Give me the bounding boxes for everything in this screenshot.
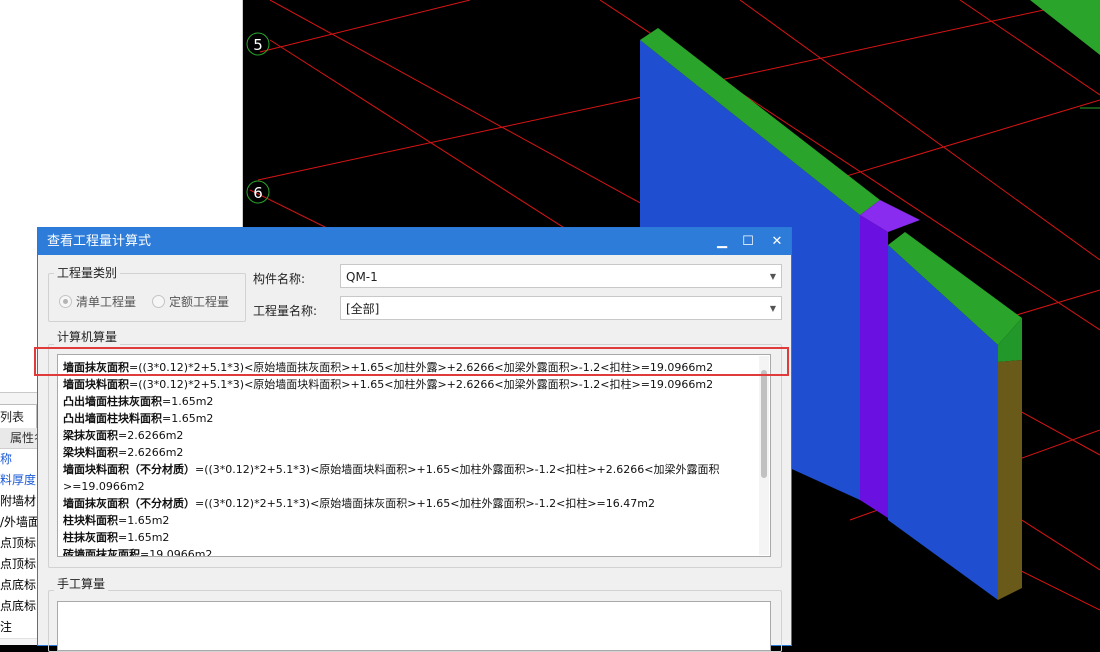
- calc-line-name: 凸出墙面柱抹灰面积: [63, 395, 162, 408]
- dialog-titlebar[interactable]: 查看工程量计算式 ▁ ☐ ✕: [38, 228, 791, 255]
- column-face: [860, 215, 888, 518]
- calc-line[interactable]: 梁抹灰面积=2.6266m2: [63, 427, 183, 444]
- calc-line[interactable]: 墙面块料面积（不分材质）=((3*0.12)*2+5.1*3)<原始墙面块料面积…: [63, 461, 719, 478]
- manual-calc-legend: 手工算量: [54, 575, 109, 592]
- component-name-select[interactable]: QM-1 ▼: [340, 264, 782, 288]
- close-button[interactable]: ✕: [764, 228, 790, 255]
- property-row[interactable]: 点底标: [0, 596, 40, 618]
- property-row[interactable]: 点顶标: [0, 533, 40, 555]
- computer-calc-legend: 计算机算量: [54, 328, 121, 345]
- calc-line-expr: =2.6266m2: [118, 446, 184, 459]
- calc-line-expr: =((3*0.12)*2+5.1*3)<原始墙面抹灰面积>+1.65<加柱外露面…: [195, 497, 655, 510]
- radio-bill-quantity-label: 清单工程量: [76, 295, 137, 309]
- radio-quota-quantity-label: 定额工程量: [169, 295, 230, 309]
- minimize-button[interactable]: ▁: [709, 228, 735, 255]
- calc-line[interactable]: 梁块料面积=2.6266m2: [63, 444, 183, 461]
- property-row[interactable]: 称: [0, 449, 40, 471]
- calc-line-name: 墙面抹灰面积（不分材质）: [63, 497, 195, 510]
- calc-line[interactable]: 砖墙面抹灰面积=19.0966m2: [63, 546, 213, 557]
- property-row[interactable]: 注: [0, 617, 40, 639]
- calc-line[interactable]: >=19.0966m2: [63, 478, 145, 495]
- chevron-down-icon: ▼: [769, 304, 776, 313]
- calc-formula-textbox[interactable]: 墙面抹灰面积=((3*0.12)*2+5.1*3)<原始墙面抹灰面积>+1.65…: [57, 354, 771, 557]
- radio-bill-quantity[interactable]: [59, 295, 72, 308]
- property-row[interactable]: 点顶标: [0, 554, 40, 576]
- property-row[interactable]: 附墙材: [0, 491, 40, 513]
- calc-line[interactable]: 凸出墙面柱块料面积=1.65m2: [63, 410, 213, 427]
- scrollbar-thumb[interactable]: [761, 370, 767, 478]
- calc-line[interactable]: 墙面抹灰面积（不分材质）=((3*0.12)*2+5.1*3)<原始墙面抹灰面积…: [63, 495, 655, 512]
- calc-line-name: 墙面块料面积: [63, 378, 129, 391]
- property-row[interactable]: 点底标: [0, 575, 40, 597]
- calc-line[interactable]: 柱块料面积=1.65m2: [63, 512, 169, 529]
- quantity-name-value: [全部]: [346, 302, 380, 316]
- calc-line-expr: =((3*0.12)*2+5.1*3)<原始墙面块料面积>+1.65<加柱外露面…: [195, 463, 720, 476]
- quantity-name-select[interactable]: [全部] ▼: [340, 296, 782, 320]
- quantity-name-label: 工程量名称:: [253, 304, 318, 318]
- component-name-label: 构件名称:: [253, 272, 306, 286]
- property-list-tab[interactable]: 列表: [0, 404, 37, 430]
- property-row[interactable]: 料厚度: [0, 470, 40, 492]
- dialog-title: 查看工程量计算式: [47, 234, 152, 249]
- calc-line-expr: =1.65m2: [162, 412, 214, 425]
- category-legend: 工程量类别: [54, 264, 121, 281]
- property-header: 属性名: [0, 428, 40, 449]
- property-row[interactable]: /外墙面: [0, 512, 40, 534]
- calc-line-name: 梁抹灰面积: [63, 429, 118, 442]
- view-quantity-formula-dialog: 查看工程量计算式 ▁ ☐ ✕ 工程量类别 清单工程量 定额工程量 构件名称: Q…: [37, 227, 792, 652]
- calc-line-expr: =((3*0.12)*2+5.1*3)<原始墙面块料面积>+1.65<加柱外露>…: [129, 378, 714, 391]
- calc-line-expr: =2.6266m2: [118, 429, 184, 442]
- calc-line[interactable]: 柱抹灰面积=1.65m2: [63, 529, 169, 546]
- maximize-button[interactable]: ☐: [735, 228, 761, 255]
- calc-line-expr: =1.65m2: [118, 514, 170, 527]
- calc-line-name: 柱块料面积: [63, 514, 118, 527]
- highlight-annotation: [34, 347, 789, 376]
- calc-line-name: 凸出墙面柱块料面积: [63, 412, 162, 425]
- calc-line[interactable]: 墙面块料面积=((3*0.12)*2+5.1*3)<原始墙面块料面积>+1.65…: [63, 376, 713, 393]
- component-name-value: QM-1: [346, 270, 378, 284]
- calc-line-expr: =1.65m2: [162, 395, 214, 408]
- calc-line-expr: =1.65m2: [118, 531, 170, 544]
- calc-line-expr: =19.0966m2: [140, 548, 213, 557]
- calc-line-name: 柱抹灰面积: [63, 531, 118, 544]
- radio-quota-quantity[interactable]: [152, 295, 165, 308]
- calc-line[interactable]: 凸出墙面柱抹灰面积=1.65m2: [63, 393, 213, 410]
- axis-label-6: 6: [253, 184, 263, 202]
- axis-label-5: 5: [253, 36, 263, 54]
- chevron-down-icon: ▼: [769, 272, 776, 281]
- calc-line-name: 梁块料面积: [63, 446, 118, 459]
- vertical-scrollbar[interactable]: [759, 356, 769, 555]
- wall-end: [998, 360, 1022, 600]
- calc-line-name: 墙面块料面积（不分材质）: [63, 463, 195, 476]
- calc-line-expr: >=19.0966m2: [63, 480, 145, 493]
- calc-line-name: 砖墙面抹灰面积: [63, 548, 140, 557]
